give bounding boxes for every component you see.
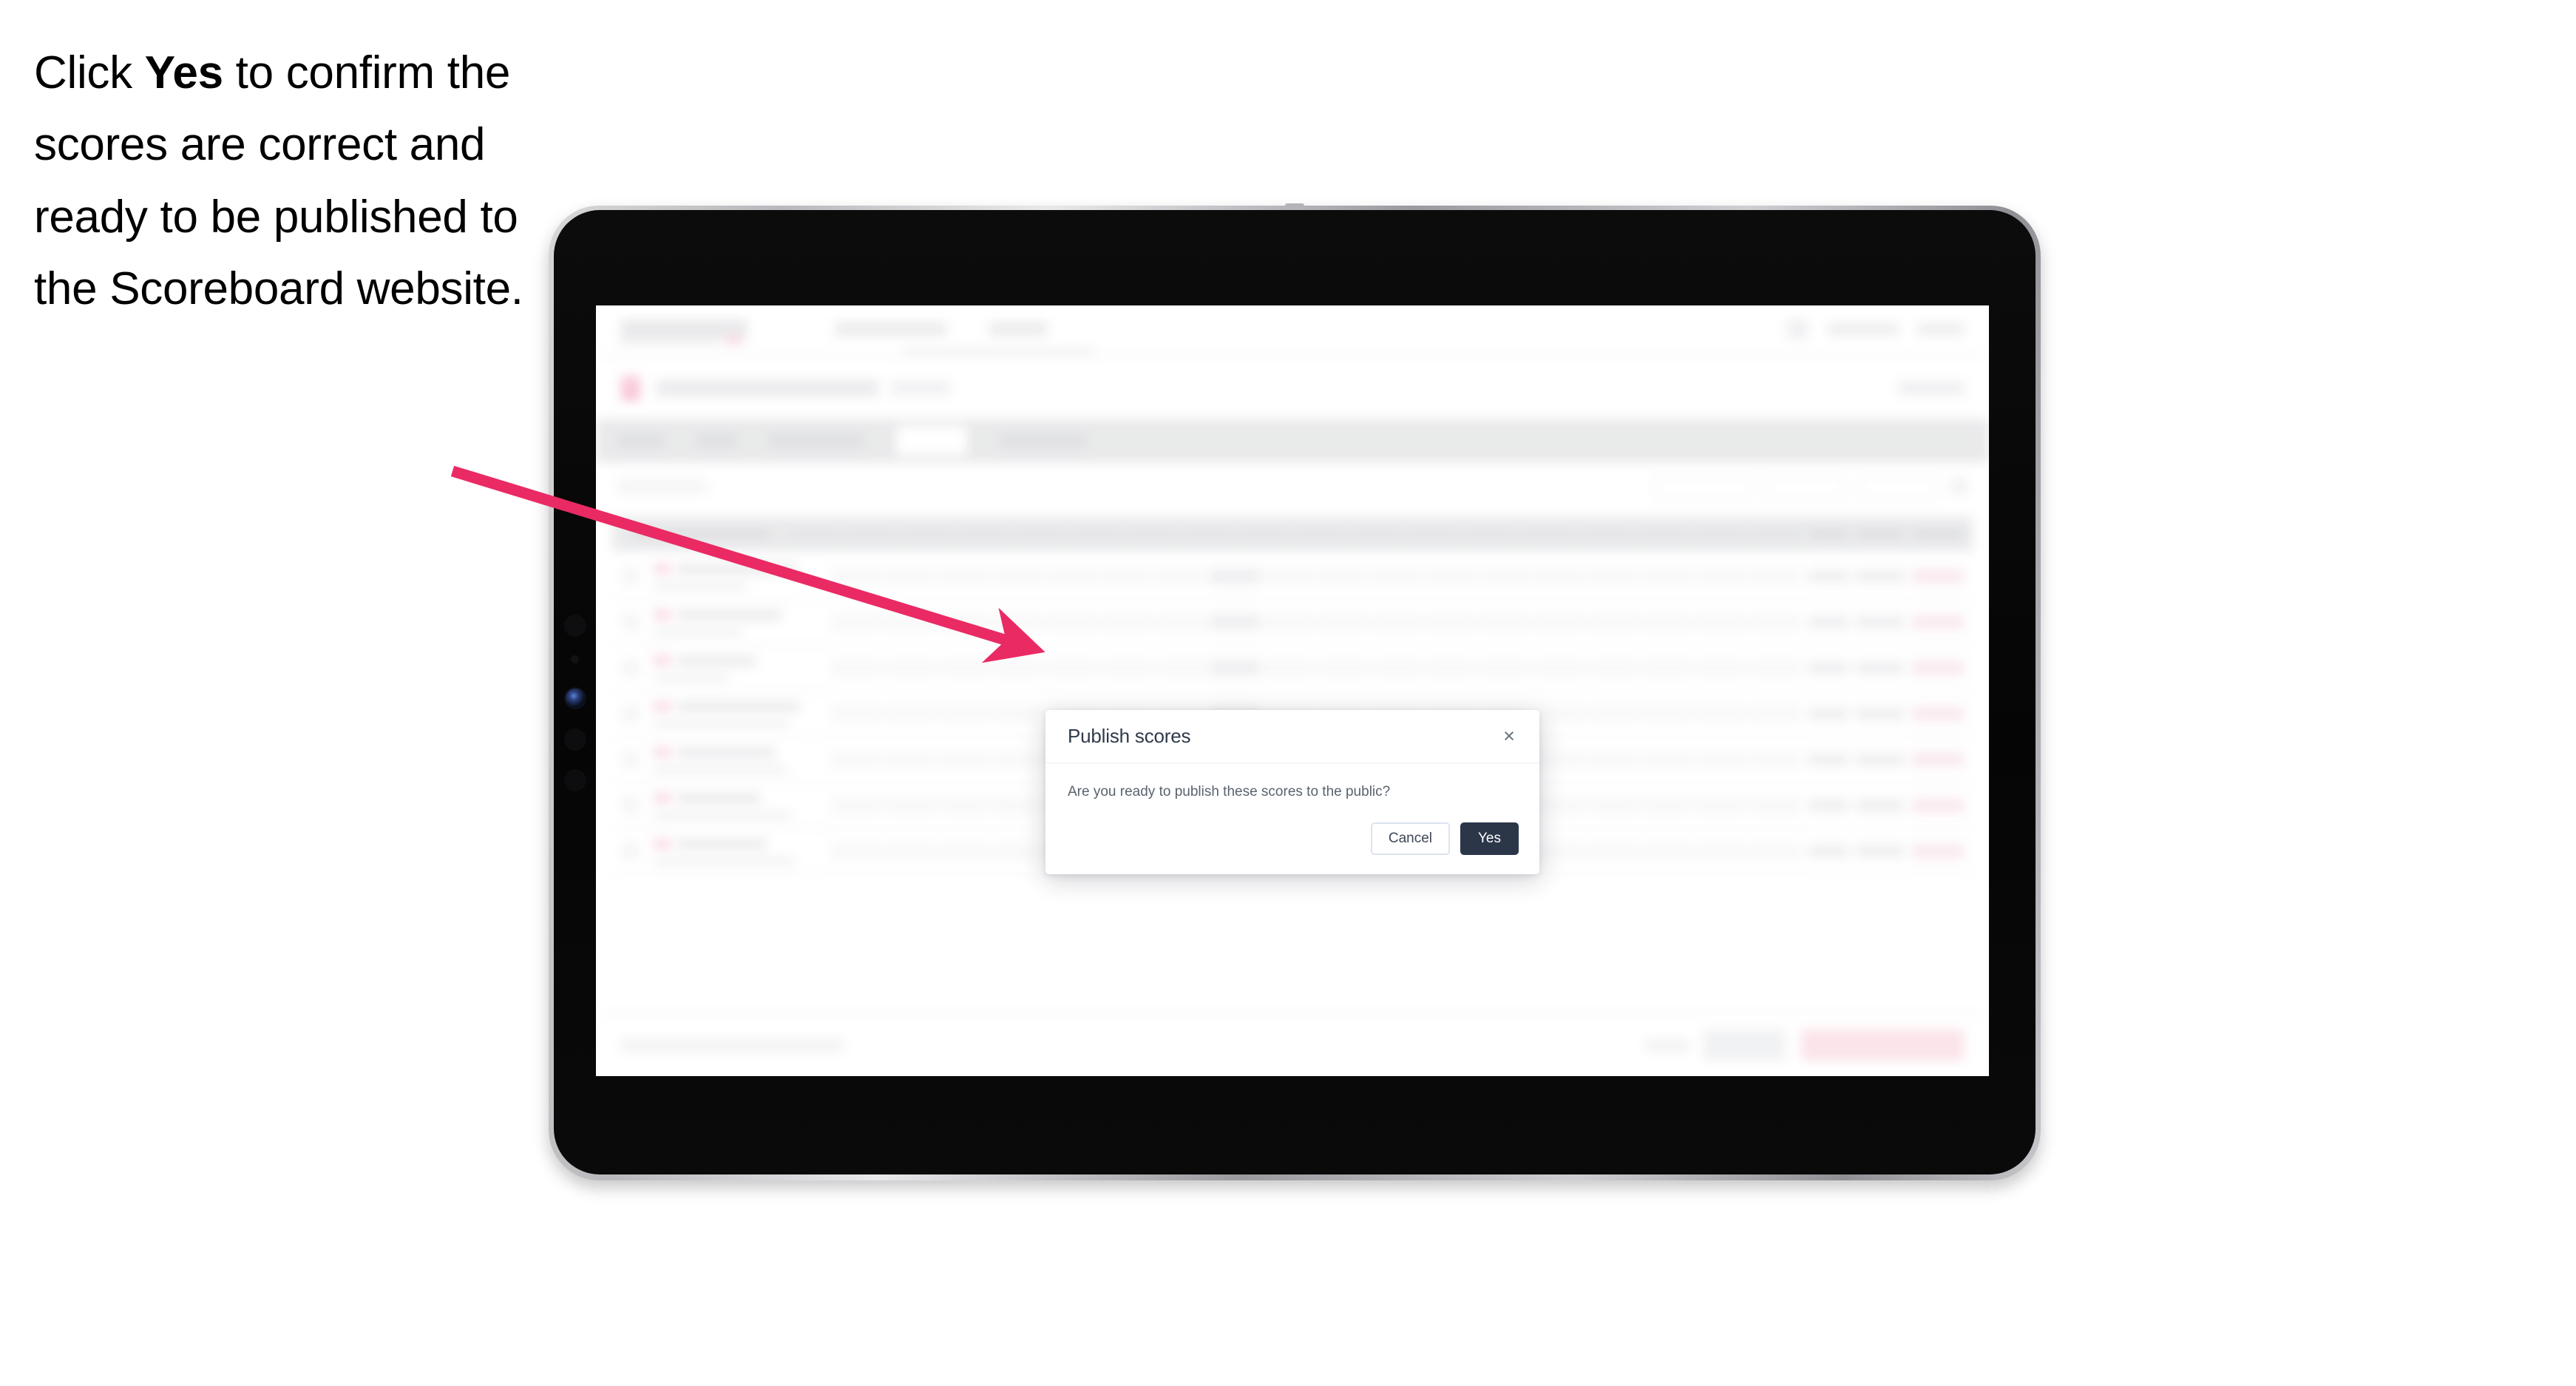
confirm-yes-button[interactable]: Yes: [1460, 822, 1519, 855]
publish-scores-dialog: Publish scores × Are you ready to publis…: [1045, 710, 1539, 874]
device-top-antenna-notch: [1285, 203, 1304, 210]
instruction-caption: Click Yes to confirm the scores are corr…: [34, 37, 574, 325]
tablet-device: Publish scores × Are you ready to publis…: [549, 203, 2041, 1180]
caption-emphasis-yes: Yes: [144, 47, 223, 98]
dialog-title: Publish scores: [1068, 725, 1191, 747]
speaker-grille-icon: [564, 615, 586, 637]
speaker-grille-icon: [564, 729, 586, 751]
screenshot-canvas: Click Yes to confirm the scores are corr…: [0, 0, 2576, 1386]
dialog-message: Are you ready to publish these scores to…: [1068, 784, 1391, 800]
caption-text-before: Click: [34, 47, 145, 98]
speaker-grille-icon: [564, 769, 586, 791]
cancel-button[interactable]: Cancel: [1370, 822, 1450, 855]
front-camera-icon: [566, 689, 585, 708]
close-icon[interactable]: ×: [1497, 724, 1522, 749]
modal-scrim[interactable]: [596, 305, 1989, 1076]
device-screen: Publish scores × Are you ready to publis…: [596, 305, 1989, 1076]
ambient-light-sensor-icon: [571, 655, 579, 663]
dialog-header: Publish scores ×: [1045, 710, 1539, 763]
dialog-actions: Cancel Yes: [1370, 822, 1519, 855]
